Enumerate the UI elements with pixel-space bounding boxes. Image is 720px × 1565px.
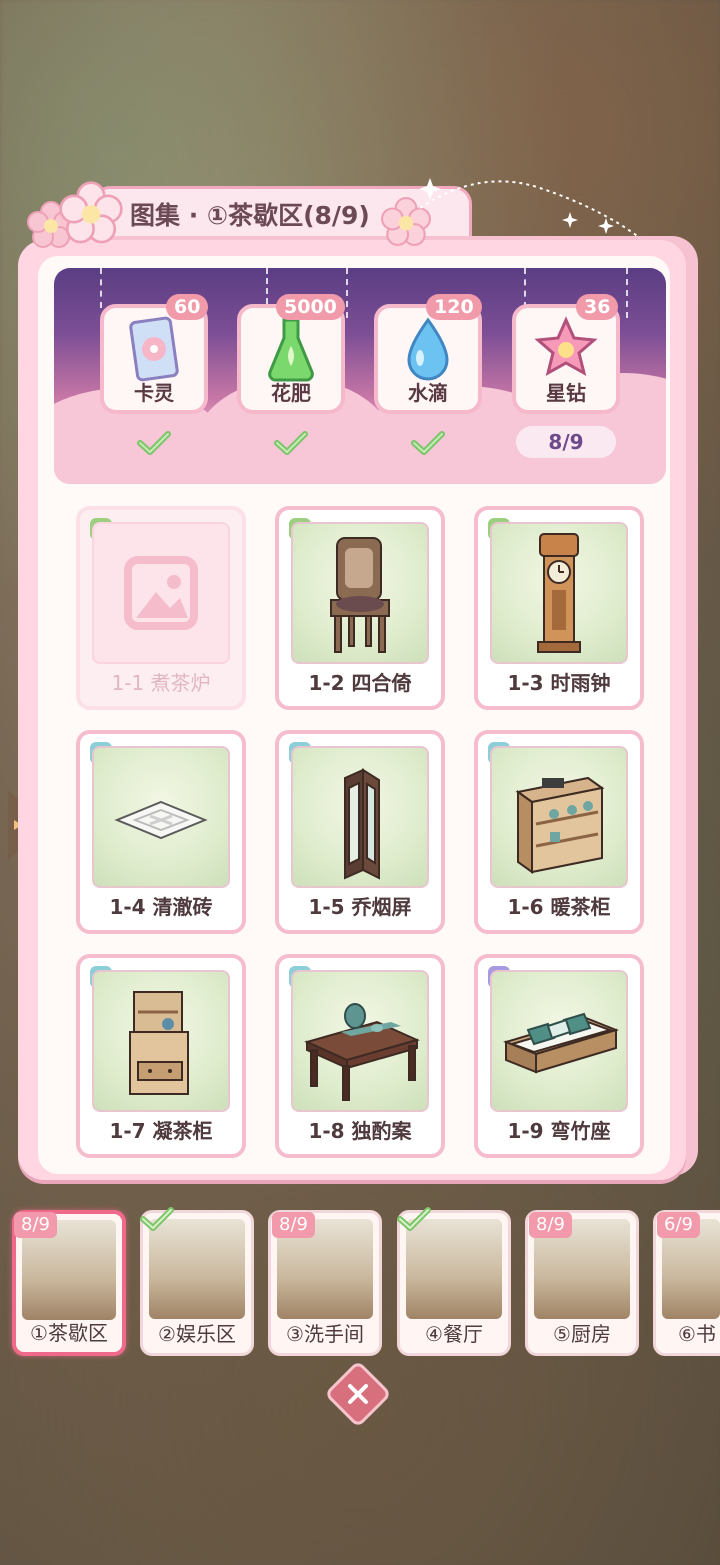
item-thumbnail — [291, 522, 429, 664]
reward-label: 星钻 — [546, 381, 586, 405]
sparkle-string-icon — [420, 168, 640, 248]
hanging-string — [346, 268, 348, 318]
collection-item-1-3[interactable]: B 1-3 时雨钟 — [474, 506, 644, 710]
chair-icon — [330, 537, 390, 653]
zone-progress-badge: 8/9 — [529, 1212, 572, 1238]
item-thumbnail — [92, 746, 230, 888]
zone-label: ⑤厨房 — [553, 1322, 611, 1346]
reward-progress: 8/9 — [516, 426, 616, 458]
collection-item-1-9[interactable]: S 1-9 弯竹座 — [474, 954, 644, 1158]
item-thumbnail — [291, 746, 429, 888]
item-name: 1-6 暖茶柜 — [507, 895, 611, 919]
reward-card-xingzuan[interactable]: 星钻 — [512, 304, 620, 414]
collection-item-1-2[interactable]: B 1-2 四合倚 — [275, 506, 445, 710]
zone-label: ②娱乐区 — [158, 1322, 236, 1346]
reward-qty-badge: 36 — [576, 294, 619, 320]
collection-item-1-7[interactable]: A 1-7 凝茶柜 — [76, 954, 246, 1158]
zone-progress-badge: 8/9 — [14, 1212, 57, 1238]
item-name: 1-4 清澈砖 — [109, 895, 213, 919]
zone-complete-check-icon — [140, 1206, 174, 1236]
item-thumbnail — [490, 970, 628, 1112]
folding-screen-icon — [344, 768, 380, 880]
item-thumbnail — [92, 970, 230, 1112]
hanging-string — [100, 268, 102, 308]
small-cabinet-icon — [129, 991, 189, 1095]
tea-table-icon — [304, 1003, 420, 1101]
tea-cabinet-icon — [515, 776, 605, 874]
reward-qty-badge: 120 — [426, 294, 482, 320]
reward-card-huafei[interactable]: 花肥 — [237, 304, 345, 414]
card-icon — [126, 316, 182, 386]
collection-item-1-1[interactable]: B 1-1 煮茶炉 — [76, 506, 246, 710]
image-placeholder-icon — [124, 556, 198, 630]
reward-label: 花肥 — [271, 381, 311, 405]
floor-tile-icon — [114, 800, 208, 840]
hanging-string — [524, 268, 526, 308]
reward-card-kaling[interactable]: 卡灵 — [100, 304, 208, 414]
claimed-check-icon — [411, 430, 445, 460]
reward-qty-badge: 60 — [166, 294, 209, 320]
item-name: 1-9 弯竹座 — [507, 1119, 611, 1143]
zone-label: ①茶歇区 — [30, 1321, 108, 1345]
collection-item-1-4[interactable]: A 1-4 清澈砖 — [76, 730, 246, 934]
item-name: 1-3 时雨钟 — [507, 671, 611, 695]
claimed-check-icon — [274, 430, 308, 460]
item-name: 1-8 独酌案 — [308, 1119, 412, 1143]
item-name: 1-7 凝茶柜 — [109, 1119, 213, 1143]
zone-label: ③洗手间 — [286, 1322, 364, 1346]
reward-card-shuidi[interactable]: 水滴 — [374, 304, 482, 414]
hanging-string — [626, 268, 628, 318]
item-thumbnail — [92, 522, 230, 664]
reward-label: 水滴 — [408, 381, 448, 405]
zone-label: ⑥书 — [678, 1322, 716, 1346]
reward-qty-badge: 5000 — [276, 294, 345, 320]
zone-progress-badge: 8/9 — [272, 1212, 315, 1238]
zone-label: ④餐厅 — [425, 1322, 483, 1346]
collection-item-1-6[interactable]: A 1-6 暖茶柜 — [474, 730, 644, 934]
flower-decoration-icon — [58, 180, 124, 246]
collection-item-1-5[interactable]: A 1-5 乔烟屏 — [275, 730, 445, 934]
zone-progress-badge: 6/9 — [657, 1212, 700, 1238]
collection-item-1-8[interactable]: A 1-8 独酌案 — [275, 954, 445, 1158]
reward-label: 卡灵 — [134, 381, 174, 405]
sofa-icon — [502, 1012, 620, 1074]
hanging-string — [266, 268, 268, 304]
page-title: 图集 · ①茶歇区(8/9) — [130, 201, 370, 230]
item-name: 1-1 煮茶炉 — [111, 671, 211, 695]
item-thumbnail — [490, 746, 628, 888]
item-thumbnail — [291, 970, 429, 1112]
item-name: 1-2 四合倚 — [308, 671, 412, 695]
item-thumbnail — [490, 522, 628, 664]
zone-complete-check-icon — [397, 1206, 431, 1236]
claimed-check-icon — [137, 430, 171, 460]
grandfather-clock-icon — [537, 533, 581, 653]
star-diamond-icon — [534, 316, 598, 384]
item-name: 1-5 乔烟屏 — [308, 895, 412, 919]
fertilizer-flask-icon — [266, 316, 316, 386]
close-icon[interactable] — [340, 1376, 376, 1412]
water-drop-icon — [403, 316, 453, 386]
